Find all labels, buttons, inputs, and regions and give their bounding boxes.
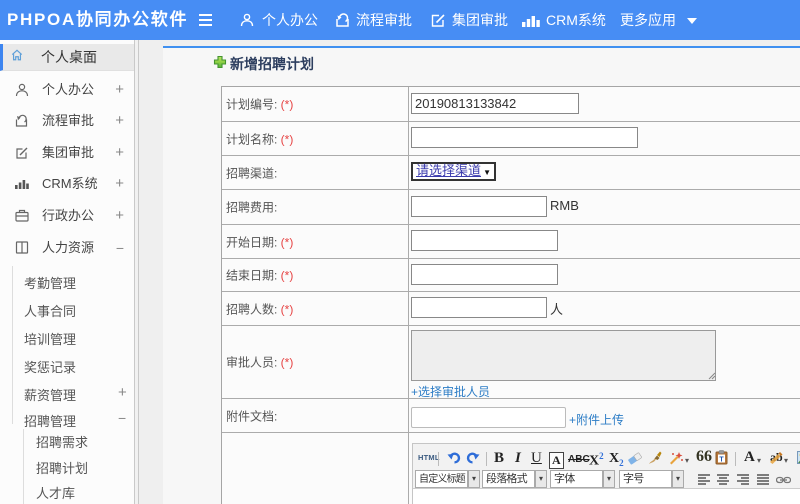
svg-text:T: T	[719, 457, 724, 464]
